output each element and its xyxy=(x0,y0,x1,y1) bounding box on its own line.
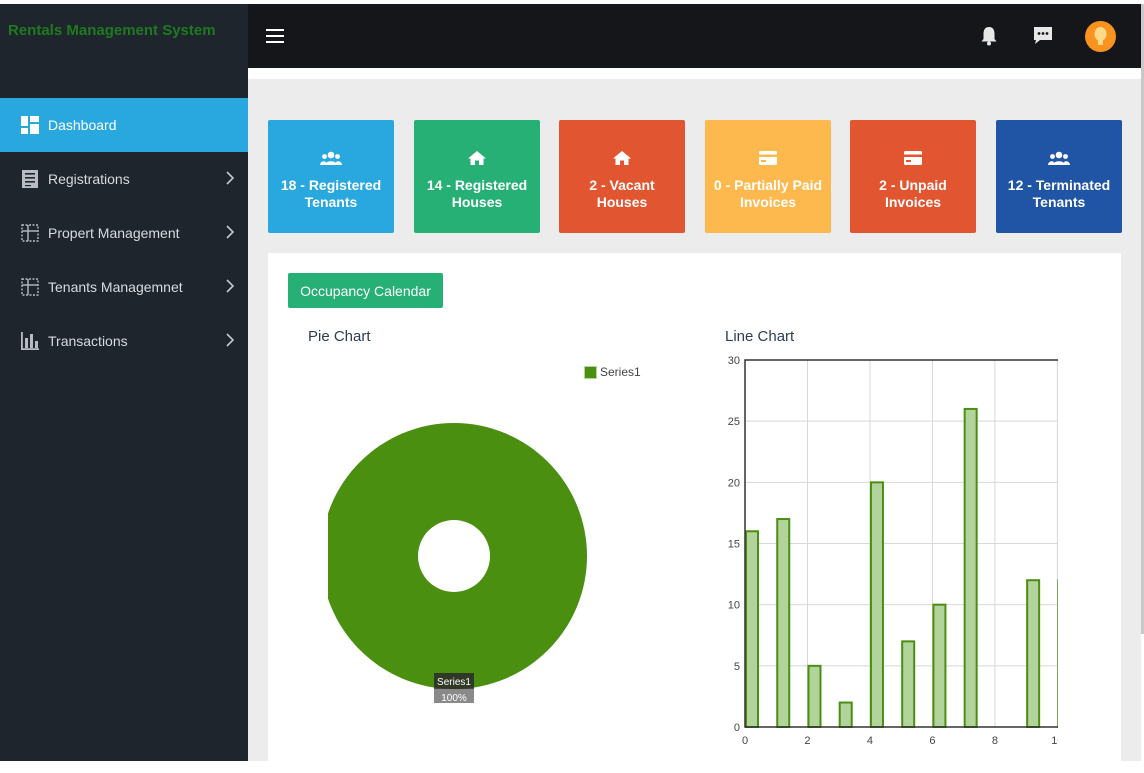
x-tick-label: 6 xyxy=(929,735,935,747)
chat-icon[interactable] xyxy=(1032,26,1054,46)
sidebar: Rentals Management System Dashboard Regi… xyxy=(0,4,248,761)
home-icon xyxy=(613,151,631,165)
stat-card-label: 14 - Registered Houses xyxy=(426,177,528,210)
user-avatar[interactable] xyxy=(1085,21,1116,52)
stat-card-registered-tenants[interactable]: 18 - Registered Tenants xyxy=(268,120,394,233)
y-tick-label: 10 xyxy=(728,600,740,612)
bar[interactable] xyxy=(807,664,822,729)
lightbulb-icon xyxy=(1094,27,1107,45)
users-icon xyxy=(320,151,342,165)
top-navbar xyxy=(248,4,1141,68)
stat-card-partially-paid-invoices[interactable]: 0 - Partially Paid Invoices xyxy=(705,120,831,233)
sidebar-item-label: Dashboard xyxy=(48,117,117,133)
x-tick-label: 2 xyxy=(804,735,810,747)
line-chart-title: Line Chart xyxy=(725,328,795,345)
stat-card-registered-houses[interactable]: 14 - Registered Houses xyxy=(414,120,540,233)
stat-card-label: 2 - Unpaid Invoices xyxy=(879,177,947,210)
y-tick-label: 0 xyxy=(734,722,740,734)
stat-card-vacant-houses[interactable]: 2 - Vacant Houses xyxy=(559,120,685,233)
legend-swatch xyxy=(584,365,597,379)
chevron-right-icon xyxy=(226,279,234,293)
bar[interactable] xyxy=(745,530,759,728)
stat-card-unpaid-invoices[interactable]: 2 - Unpaid Invoices xyxy=(850,120,976,233)
sidebar-item-registrations[interactable]: Registrations xyxy=(0,152,248,206)
pie-percent-label: 100% xyxy=(441,693,467,703)
bar[interactable] xyxy=(1026,579,1041,728)
bar[interactable] xyxy=(963,407,978,729)
bar[interactable] xyxy=(932,603,947,728)
chevron-right-icon xyxy=(226,333,234,347)
y-tick-label: 15 xyxy=(728,539,740,551)
stat-card-label: 0 - Partially Paid Invoices xyxy=(713,177,823,210)
bar[interactable] xyxy=(901,640,916,728)
sidebar-item-propert-management[interactable]: Propert Management xyxy=(0,206,248,260)
stat-card-terminated-tenants[interactable]: 12 - Terminated Tenants xyxy=(996,120,1122,233)
charts-panel: Occupancy Calendar Pie Chart Line Chart … xyxy=(268,253,1121,773)
sidebar-item-dashboard[interactable]: Dashboard xyxy=(0,98,248,152)
pie-label: Series1 xyxy=(437,677,471,688)
sidebar-item-label: Propert Management xyxy=(48,225,180,241)
pie-chart: Series1 100% xyxy=(328,423,587,703)
hamburger-menu-icon[interactable] xyxy=(266,29,284,43)
chevron-right-icon xyxy=(226,225,234,239)
content-header-strip xyxy=(248,68,1141,79)
list-icon xyxy=(22,170,38,188)
bar-chart-icon xyxy=(21,332,39,350)
sidebar-menu: Dashboard Registrations Propert Manageme… xyxy=(0,98,248,368)
pie-chart-title: Pie Chart xyxy=(308,328,371,345)
stat-card-label: 18 - Registered Tenants xyxy=(280,177,382,210)
app-window: Rentals Management System Dashboard Regi… xyxy=(0,0,1144,773)
pie-legend: Series1 xyxy=(584,365,641,379)
users-icon xyxy=(1048,151,1070,165)
x-tick-label: 8 xyxy=(992,735,998,747)
chevron-right-icon xyxy=(226,171,234,185)
sidebar-item-label: Registrations xyxy=(48,171,130,187)
bar[interactable] xyxy=(869,481,884,728)
stat-card-label: 12 - Terminated Tenants xyxy=(1007,177,1111,210)
bar[interactable] xyxy=(838,701,853,728)
home-icon xyxy=(468,151,486,165)
credit-card-icon xyxy=(904,151,922,165)
x-tick-label: 4 xyxy=(867,735,873,747)
credit-card-icon xyxy=(759,151,777,165)
sidebar-item-label: Transactions xyxy=(48,333,128,349)
main-content: 18 - Registered Tenants 14 - Registered … xyxy=(248,68,1141,773)
grid-icon xyxy=(21,224,39,242)
occupancy-calendar-button[interactable]: Occupancy Calendar xyxy=(288,273,443,308)
y-tick-label: 5 xyxy=(734,661,740,673)
bell-icon[interactable] xyxy=(979,26,999,46)
stat-card-label: 2 - Vacant Houses xyxy=(589,177,655,210)
sidebar-item-label: Tenants Managemnet xyxy=(48,279,183,295)
y-tick-label: 30 xyxy=(728,355,740,367)
sidebar-item-transactions[interactable]: Transactions xyxy=(0,314,248,368)
y-tick-label: 20 xyxy=(728,477,740,489)
bar[interactable] xyxy=(776,518,791,728)
dashboard-icon xyxy=(21,116,39,134)
legend-label: Series1 xyxy=(600,365,641,379)
x-tick-label: 10 xyxy=(1051,735,1058,747)
x-tick-label: 0 xyxy=(742,735,748,747)
pie-hole xyxy=(418,520,490,592)
grid-icon xyxy=(21,278,39,296)
sidebar-item-tenants-management[interactable]: Tenants Managemnet xyxy=(0,260,248,314)
brand-title[interactable]: Rentals Management System xyxy=(8,22,216,39)
bar-chart: 0 5 10 15 20 25 30 0 2 4 6 8 10 xyxy=(728,355,1058,747)
y-tick-label: 25 xyxy=(728,416,740,428)
